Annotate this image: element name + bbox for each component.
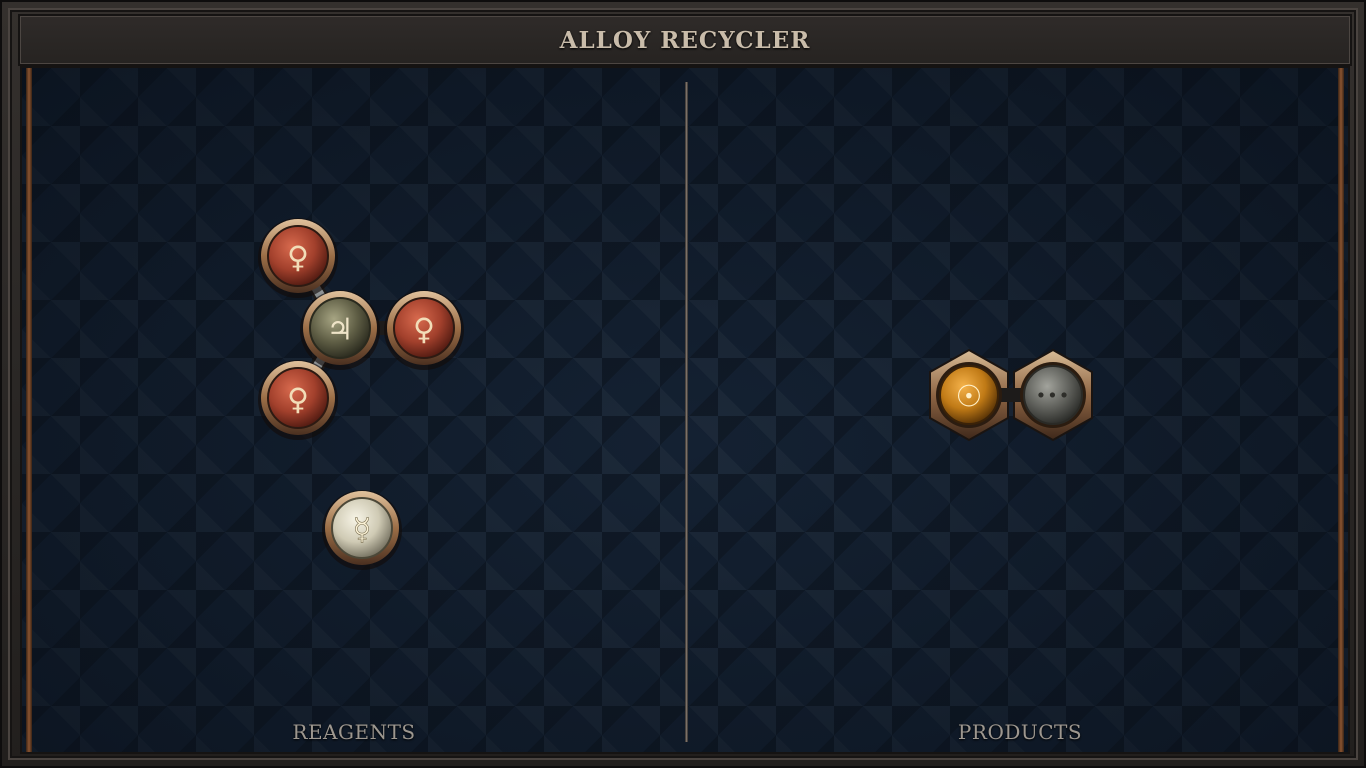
tin-symbol: ♃ — [327, 313, 354, 348]
gold-atom[interactable]: ☉ — [936, 362, 1002, 428]
workspace-board: ♀ ♃ ♀ ♀ ☿ REAGENTS ☉ ••• PRODUCTS — [20, 66, 1350, 754]
reagent-molecule-quicksilver[interactable]: ☿ — [320, 486, 404, 570]
reagent-molecule-graphic: ♀ ♃ ♀ ♀ — [258, 218, 464, 440]
title-bar: ALLOY RECYCLER — [18, 14, 1352, 66]
products-label: PRODUCTS — [957, 720, 1083, 744]
copper-symbol: ♀ — [287, 241, 309, 276]
tin-atom[interactable]: ♃ — [300, 290, 380, 370]
copper-atom[interactable]: ♀ — [258, 360, 338, 440]
reagents-label: REAGENTS — [292, 720, 416, 744]
wildcard-atom[interactable]: ••• — [1020, 362, 1086, 428]
quicksilver-atom[interactable]: ☿ — [322, 490, 402, 570]
reagents-zone: ♀ ♃ ♀ ♀ ☿ REAGENTS — [22, 68, 686, 752]
product-molecule-gold[interactable]: ☉ ••• — [928, 348, 1098, 444]
copper-symbol: ♀ — [413, 313, 435, 348]
quicksilver-molecule-graphic: ☿ — [322, 490, 402, 570]
wildcard-symbol: ••• — [1036, 386, 1071, 407]
copper-symbol: ♀ — [287, 383, 309, 418]
game-window-frame: ALLOY RECYCLER ♀ ♃ ♀ ♀ ☿ REAGENTS ☉ ••• … — [0, 0, 1366, 768]
products-zone: ☉ ••• PRODUCTS — [688, 68, 1348, 752]
reagent-molecule-copper-tin[interactable]: ♀ ♃ ♀ ♀ — [254, 214, 474, 444]
product-molecule-graphic: ☉ ••• — [929, 348, 1093, 442]
copper-atom[interactable]: ♀ — [258, 218, 338, 298]
window-title: ALLOY RECYCLER — [559, 26, 811, 54]
gold-symbol: ☉ — [956, 380, 983, 415]
quicksilver-symbol: ☿ — [353, 513, 371, 548]
copper-atom[interactable]: ♀ — [384, 290, 464, 370]
